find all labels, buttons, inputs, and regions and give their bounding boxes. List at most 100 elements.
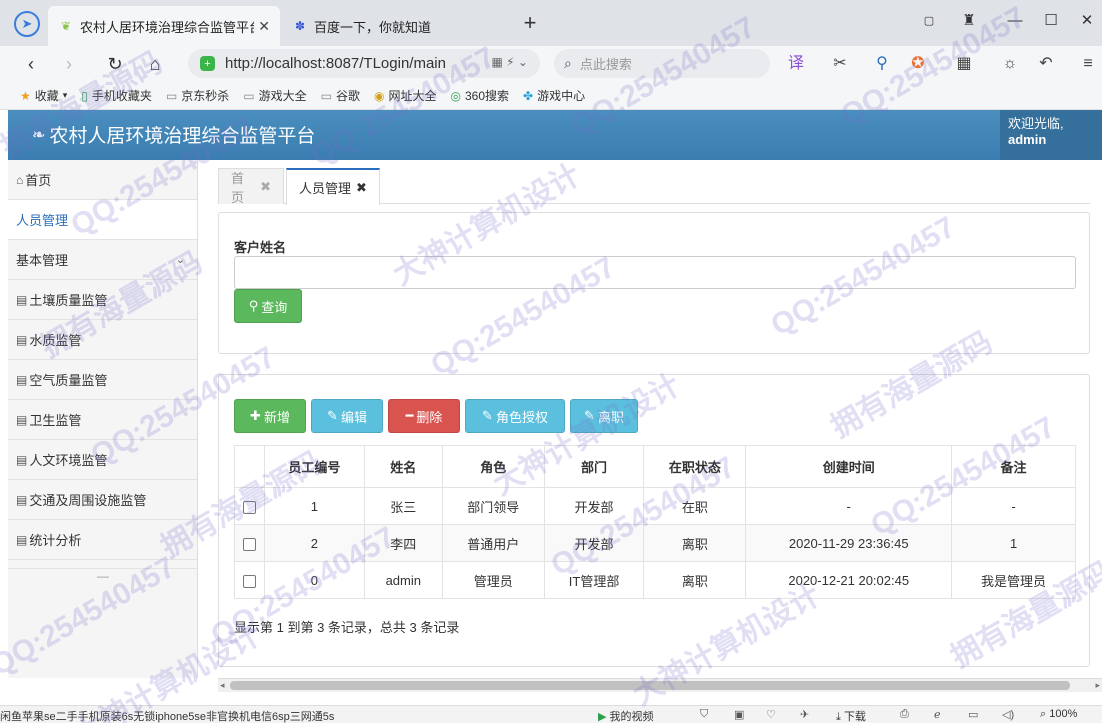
forward-icon[interactable]: › <box>58 53 80 75</box>
sidebar-item-air[interactable]: ▤ 空气质量监管 <box>8 360 197 400</box>
main-content: 首页 ✖ 人员管理 ✖ 客户姓名 ⚲ 查询 ✚ 新增 ✎ 编辑 ━ 删除 ✎ 角… <box>198 160 1102 678</box>
cell-name: admin <box>363 561 443 599</box>
sidebar-item-home[interactable]: ⌂ 首页 <box>8 160 197 200</box>
cell-id: 1 <box>263 487 365 525</box>
home-icon[interactable]: ⌂ <box>144 53 166 75</box>
cell-note: - <box>951 487 1076 525</box>
360-icon: ◎ <box>450 88 461 103</box>
undo-icon[interactable]: ↶ <box>1034 53 1058 75</box>
list-icon: ▤ <box>16 412 28 427</box>
role-auth-button[interactable]: ✎ 角色授权 <box>465 399 565 433</box>
cell-created: 2020-11-29 23:36:45 <box>745 524 953 562</box>
column-header: 在职状态 <box>643 445 747 488</box>
apps-grid-icon[interactable]: ▦ <box>952 53 976 75</box>
browser-tab[interactable]: ✽ 百度一下，你就知道 <box>282 6 512 46</box>
close-window-icon[interactable]: ✕ <box>1076 10 1098 32</box>
zoom-level[interactable]: ⌕ 100% <box>1040 708 1077 721</box>
sidebar-item-statistics[interactable]: ▤ 统计分析 <box>8 520 197 560</box>
shirt-icon[interactable]: ♜ <box>958 10 980 32</box>
search-icon: ⌕ <box>564 55 572 71</box>
add-button[interactable]: ✚ 新增 <box>234 399 306 433</box>
select-all-header <box>234 445 265 488</box>
maximize-icon[interactable]: ☐ <box>1040 10 1062 32</box>
bookmark-item[interactable]: ◉ 网址大全 <box>374 87 437 104</box>
status-ad-text[interactable]: 闲鱼苹果se二手手机原装6s无锁iphone5se非官换机电信6sp三网通5s <box>0 708 334 723</box>
query-button[interactable]: ⚲ 查询 <box>234 289 302 323</box>
download-link[interactable]: ⤓ 下载 <box>836 708 866 723</box>
cell-status: 离职 <box>643 524 747 562</box>
list-icon: ▤ <box>16 292 28 307</box>
scissors-icon[interactable]: ✂ <box>828 53 852 75</box>
heart-icon[interactable]: ♡ <box>766 708 776 721</box>
sidebar-item-humanities[interactable]: ▤ 人文环境监管 <box>8 440 197 480</box>
sidebar-item-traffic[interactable]: ▤ 交通及周围设施监管 <box>8 480 197 520</box>
scroll-left-icon[interactable]: ◂ <box>220 679 225 692</box>
browser-logo-icon[interactable]: ➤ <box>14 11 40 37</box>
zoom-icon[interactable]: ⚲ <box>870 53 894 75</box>
bookmark-item[interactable]: ◎ 360搜索 <box>451 87 510 104</box>
clipboard-icon[interactable]: ▭ <box>968 708 978 721</box>
bookmark-item[interactable]: ★ 收藏 ▾ <box>20 87 67 104</box>
bookmark-item[interactable]: ▭ 京东秒杀 <box>166 87 229 104</box>
image-icon[interactable]: ▣ <box>734 708 744 721</box>
row-checkbox[interactable] <box>242 500 256 514</box>
column-header: 创建时间 <box>745 445 953 488</box>
translate-icon[interactable]: 译 <box>784 53 808 75</box>
horizontal-scrollbar[interactable]: ◂ ▸ <box>218 678 1102 692</box>
list-panel: ✚ 新增 ✎ 编辑 ━ 删除 ✎ 角色授权 ✎ 离职 员工编号 姓名 角色 部门… <box>218 374 1090 667</box>
close-icon[interactable]: ✖ <box>260 179 271 195</box>
cell-note: 我是管理员 <box>951 561 1076 599</box>
volume-icon[interactable]: ◁) <box>1002 708 1014 721</box>
minimize-icon[interactable]: — <box>1004 10 1026 32</box>
bookmark-item[interactable]: ✤ 游戏中心 <box>523 87 585 104</box>
ie-icon[interactable]: ℯ <box>934 708 941 721</box>
chevron-down-icon: ⌄ <box>175 254 185 266</box>
menu-icon[interactable]: ≡ <box>1076 53 1100 75</box>
scroll-right-icon[interactable]: ▸ <box>1095 679 1100 692</box>
sidebar-item-personnel[interactable]: 人员管理 <box>8 200 209 240</box>
tab-count-icon[interactable]: ▢ <box>918 10 940 32</box>
tool-icon[interactable]: ✈ <box>800 708 809 721</box>
sidebar-collapse-handle[interactable]: — <box>8 568 198 584</box>
welcome-user[interactable]: 欢迎光临, admin <box>1000 110 1102 160</box>
globe-icon: ◉ <box>374 88 385 103</box>
my-video-link[interactable]: ▶ 我的视频 <box>598 708 654 723</box>
tab-home[interactable]: 首页 ✖ <box>218 168 284 205</box>
bookmark-item[interactable]: ▭ 谷歌 <box>321 87 360 104</box>
gamepad-icon[interactable]: ✪ <box>906 53 930 75</box>
column-header: 备注 <box>951 445 1076 488</box>
sidebar-item-sanitation[interactable]: ▤ 卫生监管 <box>8 400 197 440</box>
sidebar-item-water[interactable]: ▤ 水质监管 <box>8 320 197 360</box>
brightness-icon[interactable]: ☼ <box>998 53 1022 75</box>
row-checkbox[interactable] <box>242 537 256 551</box>
resign-button[interactable]: ✎ 离职 <box>570 399 638 433</box>
close-icon[interactable]: ✖ <box>356 180 367 196</box>
row-checkbox[interactable] <box>242 574 256 588</box>
delete-button[interactable]: ━ 删除 <box>388 399 460 433</box>
bookmark-item[interactable]: ▭ 游戏大全 <box>243 87 306 104</box>
edit-button[interactable]: ✎ 编辑 <box>311 399 383 433</box>
table-row[interactable]: 2 李四 普通用户 开发部 离职 2020-11-29 23:36:45 1 <box>234 524 1076 562</box>
scrollbar-thumb[interactable] <box>230 681 1070 690</box>
sidebar-item-basic[interactable]: 基本管理 ⌄ <box>8 240 197 280</box>
sidebar-item-soil[interactable]: ▤ 土壤质量监管 <box>8 280 197 320</box>
back-icon[interactable]: ‹ <box>20 53 42 75</box>
new-tab-button[interactable]: + <box>518 10 542 38</box>
bookmark-item[interactable]: ▯ 手机收藏夹 <box>81 87 152 104</box>
table-row[interactable]: 1 张三 部门领导 开发部 在职 - - <box>234 487 1076 525</box>
reload-icon[interactable]: ↻ <box>104 53 126 75</box>
tab-personnel[interactable]: 人员管理 ✖ <box>286 168 380 205</box>
close-icon[interactable]: ✕ <box>258 18 270 35</box>
print-icon[interactable]: ⎙ <box>900 708 909 721</box>
url-dropdown-icon[interactable]: ▦ ⚡ ⌄ <box>492 55 529 69</box>
search-input[interactable]: ⌕ 点此搜索 <box>554 49 770 78</box>
table-row[interactable]: 0 admin 管理员 IT管理部 离职 2020-12-21 20:02:45… <box>234 561 1076 599</box>
browser-tab-active[interactable]: ❦ 农村人居环境治理综合监管平台 ✕ <box>48 6 280 46</box>
chevron-down-icon: ▾ <box>62 90 68 100</box>
column-header: 姓名 <box>363 445 443 488</box>
table-header-row: 员工编号 姓名 角色 部门 在职状态 创建时间 备注 <box>234 445 1076 488</box>
edit-icon: ✎ <box>482 408 493 423</box>
url-input[interactable]: + http://localhost:8087/TLogin/main ▦ ⚡ … <box>188 49 540 78</box>
shield-icon[interactable]: ⛉ <box>700 708 708 721</box>
customer-name-input[interactable] <box>234 256 1076 289</box>
